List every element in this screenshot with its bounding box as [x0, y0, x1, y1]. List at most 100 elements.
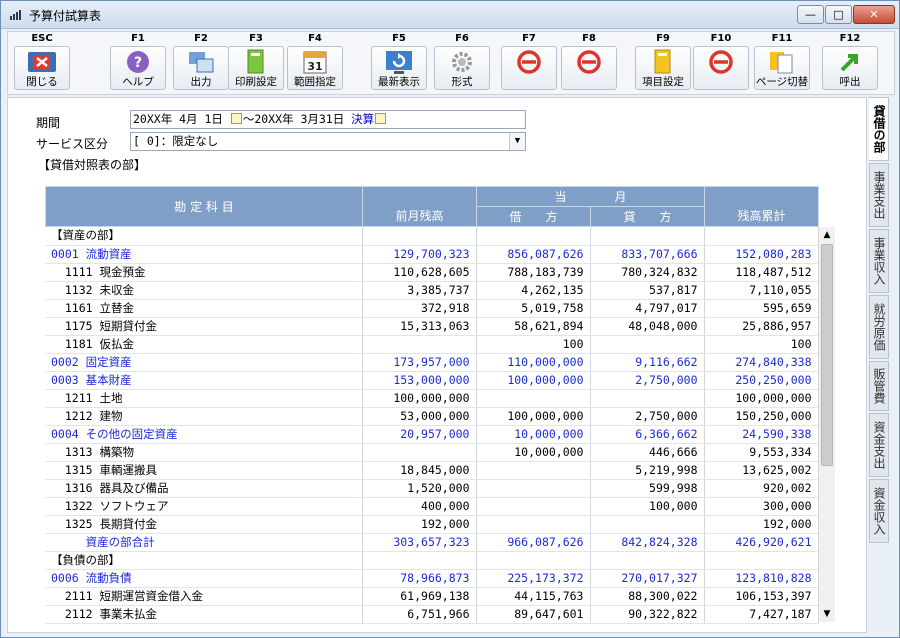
- grid-header: 勘 定 科 目 前月残高 当 月 残高累計 借 方 貸 方: [45, 186, 820, 227]
- table-row[interactable]: 1313 構築物 10,000,000 446,666 9,553,334: [45, 443, 819, 462]
- table-row[interactable]: 1132 未収金 3,385,737 4,262,135 537,817 7,110,0…: [45, 281, 819, 300]
- fkey-esc-button[interactable]: 閉じる: [14, 46, 70, 90]
- side-tab-1[interactable]: 事業支出: [869, 163, 889, 227]
- cell-debit: [476, 479, 591, 498]
- fkey-label: F12: [839, 33, 861, 44]
- cell-account: 1161 立替金: [45, 299, 363, 318]
- fkey-button-label: 範囲指定: [294, 76, 336, 88]
- side-tab-2[interactable]: 事業収入: [869, 229, 889, 293]
- service-select[interactable]: [ 0]：限定なし ▼: [130, 132, 526, 151]
- table-row[interactable]: 2111 短期運営資金借入金 61,969,138 44,115,763 88,300…: [45, 587, 819, 606]
- vertical-scrollbar[interactable]: ▲ ▼: [818, 227, 835, 622]
- table-row[interactable]: 0003 基本財産 153,000,000 100,000,000 2,750,000…: [45, 371, 819, 390]
- period-field[interactable]: 20XX年 4月 1日 ～20XX年 3月31日 決算: [130, 110, 526, 129]
- cell-debit: 58,621,894: [476, 317, 591, 336]
- fkey-label: F1: [131, 33, 145, 44]
- cell-cum: 426,920,621: [704, 533, 819, 552]
- help-icon: ?: [111, 49, 165, 75]
- scroll-down-icon[interactable]: ▼: [819, 606, 835, 622]
- cell-debit: [476, 389, 591, 408]
- cell-account: 0003 基本財産: [45, 371, 363, 390]
- fkey-f9-button[interactable]: 項目設定: [635, 46, 691, 90]
- table-row[interactable]: 【資産の部】: [45, 227, 819, 246]
- fkey-f1-button[interactable]: ? ヘルプ: [110, 46, 166, 90]
- side-tab-5[interactable]: 資金支出: [869, 413, 889, 477]
- table-row[interactable]: 【負債の部】: [45, 551, 819, 570]
- fkey-label: F8: [582, 33, 596, 44]
- fkey-f12-button[interactable]: 呼出: [822, 46, 878, 90]
- cell-account: 1111 現金預金: [45, 263, 363, 282]
- fkey-f10-button[interactable]: [693, 46, 749, 90]
- table-row[interactable]: 0001 流動資産 129,700,323 856,087,626 833,707,6…: [45, 245, 819, 264]
- side-tab-4[interactable]: 販管費: [869, 361, 889, 411]
- side-tab-0[interactable]: 貸借の部: [869, 97, 889, 161]
- cell-prev: 192,000: [362, 515, 477, 534]
- fkey-f7-button[interactable]: [501, 46, 557, 90]
- cell-cum: 24,590,338: [704, 425, 819, 444]
- table-row[interactable]: 資産の部合計 303,657,323 966,087,626 842,824,328 4…: [45, 533, 819, 552]
- table-row[interactable]: 1325 長期貸付金 192,000 192,000: [45, 515, 819, 534]
- table-row[interactable]: 2112 事業未払金 6,751,966 89,647,601 90,322,822 7…: [45, 605, 819, 624]
- side-tab-3[interactable]: 就労原価: [869, 295, 889, 359]
- cell-cum: 13,625,002: [704, 461, 819, 480]
- cell-account: 1316 器具及び備品: [45, 479, 363, 498]
- kessan-flag[interactable]: 決算: [351, 112, 374, 126]
- scroll-up-icon[interactable]: ▲: [819, 227, 835, 243]
- cell-cum: 152,080,283: [704, 245, 819, 264]
- table-row[interactable]: 1111 現金預金 110,628,605 788,183,739 780,324,8…: [45, 263, 819, 282]
- fkey-f8-button[interactable]: [561, 46, 617, 90]
- fkey-f4-button[interactable]: 31 範囲指定: [287, 46, 343, 90]
- svg-text:31: 31: [307, 60, 322, 73]
- minimize-button[interactable]: —: [797, 5, 824, 24]
- fkey-f6: F6 形式: [432, 32, 492, 94]
- cell-account: 1175 短期貸付金: [45, 317, 363, 336]
- fkey-esc: ESC 閉じる: [12, 32, 72, 94]
- cell-cum: 300,000: [704, 497, 819, 516]
- fkey-button-label: ヘルプ: [122, 76, 154, 88]
- side-tab-6[interactable]: 資金収入: [869, 479, 889, 543]
- cell-prev: 18,845,000: [362, 461, 477, 480]
- cell-cum: 100,000,000: [704, 389, 819, 408]
- scroll-thumb[interactable]: [821, 244, 833, 466]
- fkey-f6-button[interactable]: 形式: [434, 46, 490, 90]
- cell-prev: 20,957,000: [362, 425, 477, 444]
- fkey-button-label: 項目設定: [642, 76, 684, 88]
- cell-prev: 110,628,605: [362, 263, 477, 282]
- table-row[interactable]: 1181 仮払金 100 100: [45, 335, 819, 354]
- close-window-button[interactable]: ✕: [853, 5, 895, 24]
- table-row[interactable]: 1175 短期貸付金 15,313,063 58,621,894 48,048,000…: [45, 317, 819, 336]
- table-row[interactable]: 1161 立替金 372,918 5,019,758 4,797,017 595,659: [45, 299, 819, 318]
- cell-credit: 270,017,327: [590, 569, 705, 588]
- fkey-label: F9: [656, 33, 670, 44]
- disabled-icon: [562, 49, 616, 75]
- table-row[interactable]: 0002 固定資産 173,957,000 110,000,000 9,116,662…: [45, 353, 819, 372]
- table-row[interactable]: 0004 その他の固定資産 20,957,000 10,000,000 6,366,6…: [45, 425, 819, 444]
- fkey-button-label: 最新表示: [378, 76, 420, 88]
- maximize-icon: □: [833, 8, 844, 21]
- cell-account: 0004 その他の固定資産: [45, 425, 363, 444]
- cell-cum: 250,250,000: [704, 371, 819, 390]
- maximize-button[interactable]: □: [825, 5, 852, 24]
- calendar-icon[interactable]: [230, 113, 242, 124]
- table-row[interactable]: 1212 建物 53,000,000 100,000,000 2,750,000 150…: [45, 407, 819, 426]
- chevron-down-icon[interactable]: ▼: [509, 133, 525, 150]
- fkey-f11-button[interactable]: ページ切替: [754, 46, 810, 90]
- cell-debit: 788,183,739: [476, 263, 591, 282]
- table-row[interactable]: 0006 流動負債 78,966,873 225,173,372 270,017,32…: [45, 569, 819, 588]
- fkey-label: F5: [392, 33, 406, 44]
- cell-prev: 173,957,000: [362, 353, 477, 372]
- close-window-icon: [15, 49, 69, 75]
- minimize-icon: —: [805, 8, 816, 21]
- calendar-icon[interactable]: [375, 113, 387, 124]
- table-row[interactable]: 1211 土地 100,000,000 100,000,000: [45, 389, 819, 408]
- table-row[interactable]: 1322 ソフトウェア 400,000 100,000 300,000: [45, 497, 819, 516]
- fkey-f5-button[interactable]: 最新表示: [371, 46, 427, 90]
- fkey-f3-button[interactable]: 印刷設定: [228, 46, 284, 90]
- svg-text:?: ?: [134, 55, 142, 71]
- service-value: [ 0]：限定なし: [133, 134, 219, 148]
- table-row[interactable]: 1315 車輌運搬具 18,845,000 5,219,998 13,625,002: [45, 461, 819, 480]
- table-row[interactable]: 1316 器具及び備品 1,520,000 599,998 920,002: [45, 479, 819, 498]
- disabled-icon: [694, 49, 748, 75]
- fkey-f2-button[interactable]: 出力: [173, 46, 229, 90]
- cell-account: 1315 車輌運搬具: [45, 461, 363, 480]
